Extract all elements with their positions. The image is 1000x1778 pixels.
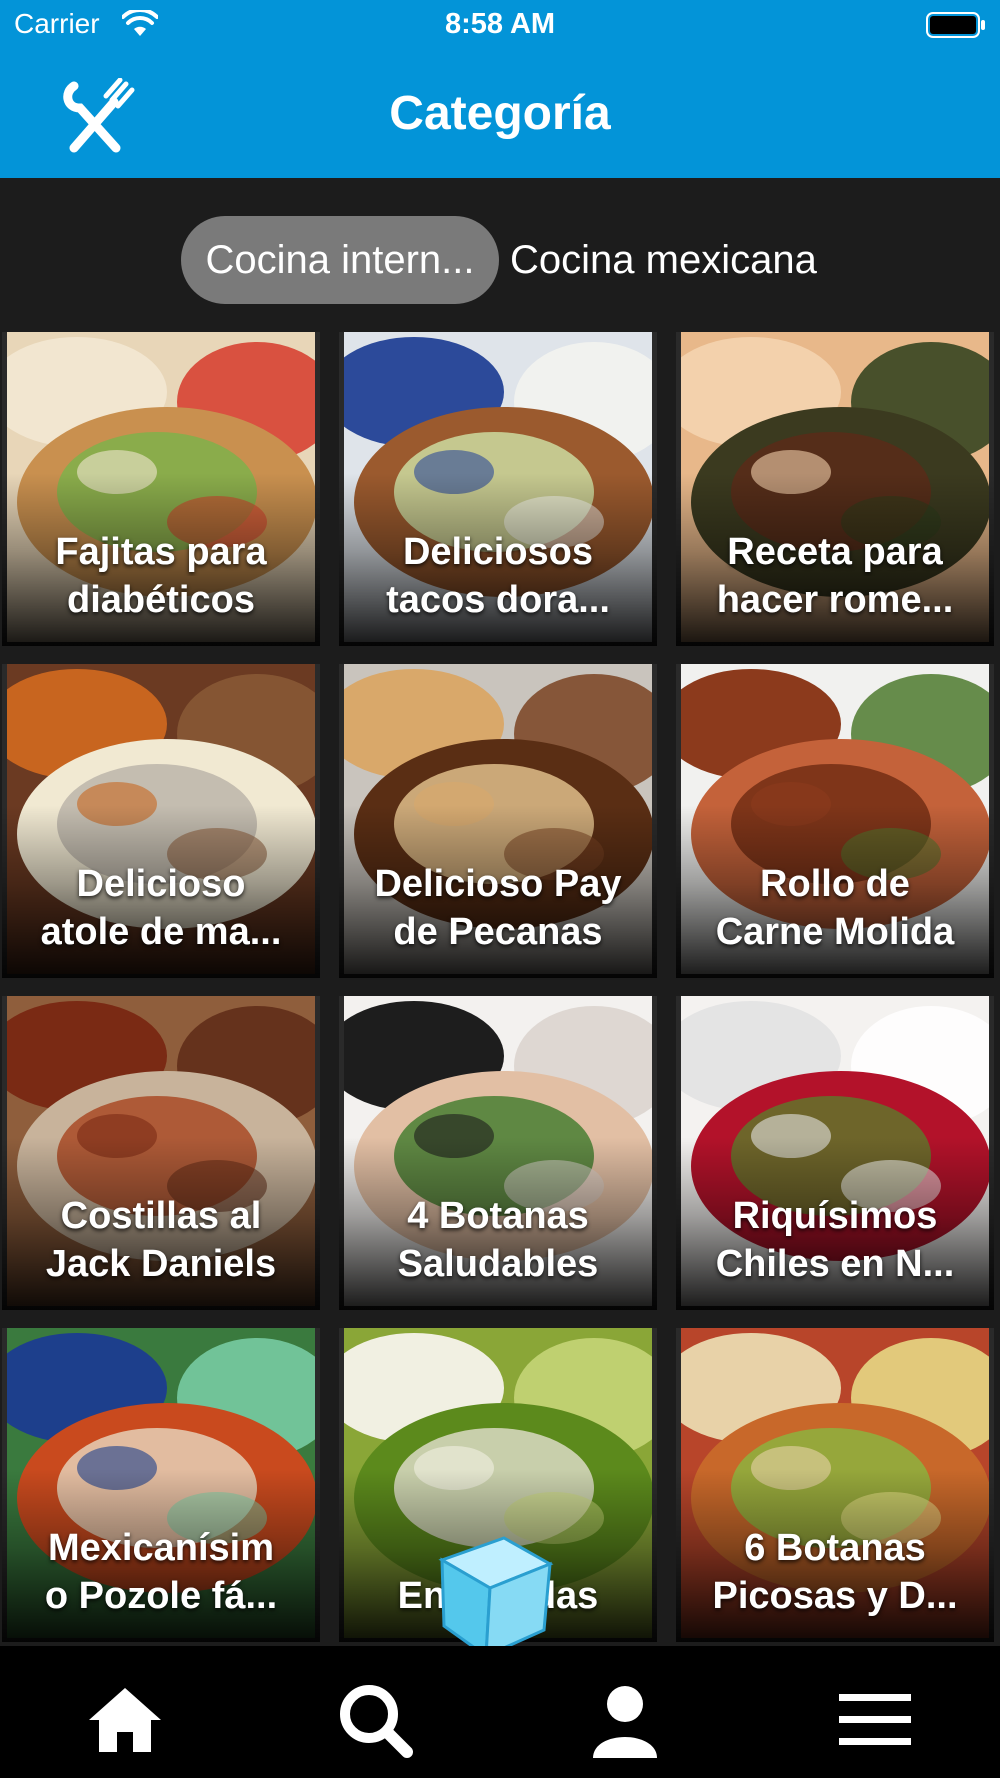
tab-cocina-internacional[interactable]: Cocina intern... (181, 216, 499, 304)
recipe-title: Delicioso Pay de Pecanas (349, 860, 647, 956)
category-tabs: Cocina intern... Cocina mexicana (0, 216, 1000, 306)
search-icon[interactable] (335, 1680, 415, 1760)
recipe-title-line1: Costillas al (60, 1195, 262, 1237)
recipe-title-line1: Deliciosos (402, 531, 594, 573)
recipe-title-line1: Delicioso (76, 863, 246, 905)
status-time: 8:58 AM (444, 8, 556, 40)
recipe-title: Deliciosos tacos dora... (349, 528, 647, 624)
tab-cocina-mexicana[interactable]: Cocina mexicana (510, 216, 817, 304)
recipe-title-line2: hacer rome... (716, 579, 954, 621)
home-icon[interactable] (85, 1680, 165, 1760)
recipe-title: Fajitas para diabéticos (12, 528, 310, 624)
recipe-card[interactable]: Receta para hacer rome... (676, 332, 994, 646)
cube-icon (438, 1536, 554, 1659)
recipe-title-line1: 4 Botanas (407, 1195, 589, 1237)
recipe-title-line1: 6 Botanas (744, 1527, 926, 1569)
recipe-title-line1: Rollo de (760, 863, 910, 905)
recipe-title-line1: Fajitas para (55, 531, 267, 573)
recipe-card[interactable]: Delicioso atole de ma... (2, 664, 320, 978)
recipe-title-line2: Picosas y D... (712, 1575, 958, 1617)
recipe-title-line2: diabéticos (67, 579, 255, 621)
recipe-card[interactable]: 4 Botanas Saludables (339, 996, 657, 1310)
recipe-title: 4 Botanas Saludables (349, 1192, 647, 1288)
recipe-title-line1: Receta para (727, 531, 943, 573)
recipe-card[interactable]: Delicioso Pay de Pecanas (339, 664, 657, 978)
recipe-title: Rollo de Carne Molida (686, 860, 984, 956)
recipe-card[interactable]: 6 Botanas Picosas y D... (676, 1328, 994, 1642)
recipe-title-line2: Chiles en N... (715, 1243, 955, 1285)
recipe-card[interactable]: Fajitas para diabéticos (2, 332, 320, 646)
page-title: Categoría (389, 87, 611, 140)
recipe-title-line1: Delicioso Pay (374, 863, 622, 905)
recipe-card[interactable]: Rollo de Carne Molida (676, 664, 994, 978)
recipe-title-line2: atole de ma... (40, 911, 282, 953)
recipe-title: 6 Botanas Picosas y D... (686, 1524, 984, 1620)
recipe-title-line2: Jack Daniels (45, 1243, 277, 1285)
recipe-card[interactable]: Costillas al Jack Daniels (2, 996, 320, 1310)
recipe-title-line2: Saludables (397, 1243, 599, 1285)
recipe-title-line1: Mexicanísim (48, 1527, 274, 1569)
recipe-title-line2: Carne Molida (715, 911, 955, 953)
recipe-title: Receta para hacer rome... (686, 528, 984, 624)
battery-icon (926, 12, 985, 38)
recipe-title-line2: tacos dora... (386, 579, 610, 621)
recipe-title-line2: o Pozole fá... (44, 1575, 278, 1617)
recipe-title: Riquísimos Chiles en N... (686, 1192, 984, 1288)
recipe-title-line2: de Pecanas (393, 911, 603, 953)
recipe-title: Costillas al Jack Daniels (12, 1192, 310, 1288)
recipe-title-line1: Riquísimos (732, 1195, 938, 1237)
recipe-card[interactable]: Deliciosos tacos dora... (339, 332, 657, 646)
profile-icon[interactable] (585, 1680, 665, 1760)
status-bar: Carrier 8:58 AM (0, 0, 1000, 50)
menu-icon[interactable] (835, 1680, 915, 1760)
nav-bar: Categoría (0, 50, 1000, 178)
recipe-card[interactable]: Mexicanísim o Pozole fá... (2, 1328, 320, 1642)
bottom-tab-bar (0, 1646, 1000, 1778)
recipe-title: Mexicanísim o Pozole fá... (12, 1524, 310, 1620)
recipe-title: Delicioso atole de ma... (12, 860, 310, 956)
recipe-card[interactable]: Riquísimos Chiles en N... (676, 996, 994, 1310)
